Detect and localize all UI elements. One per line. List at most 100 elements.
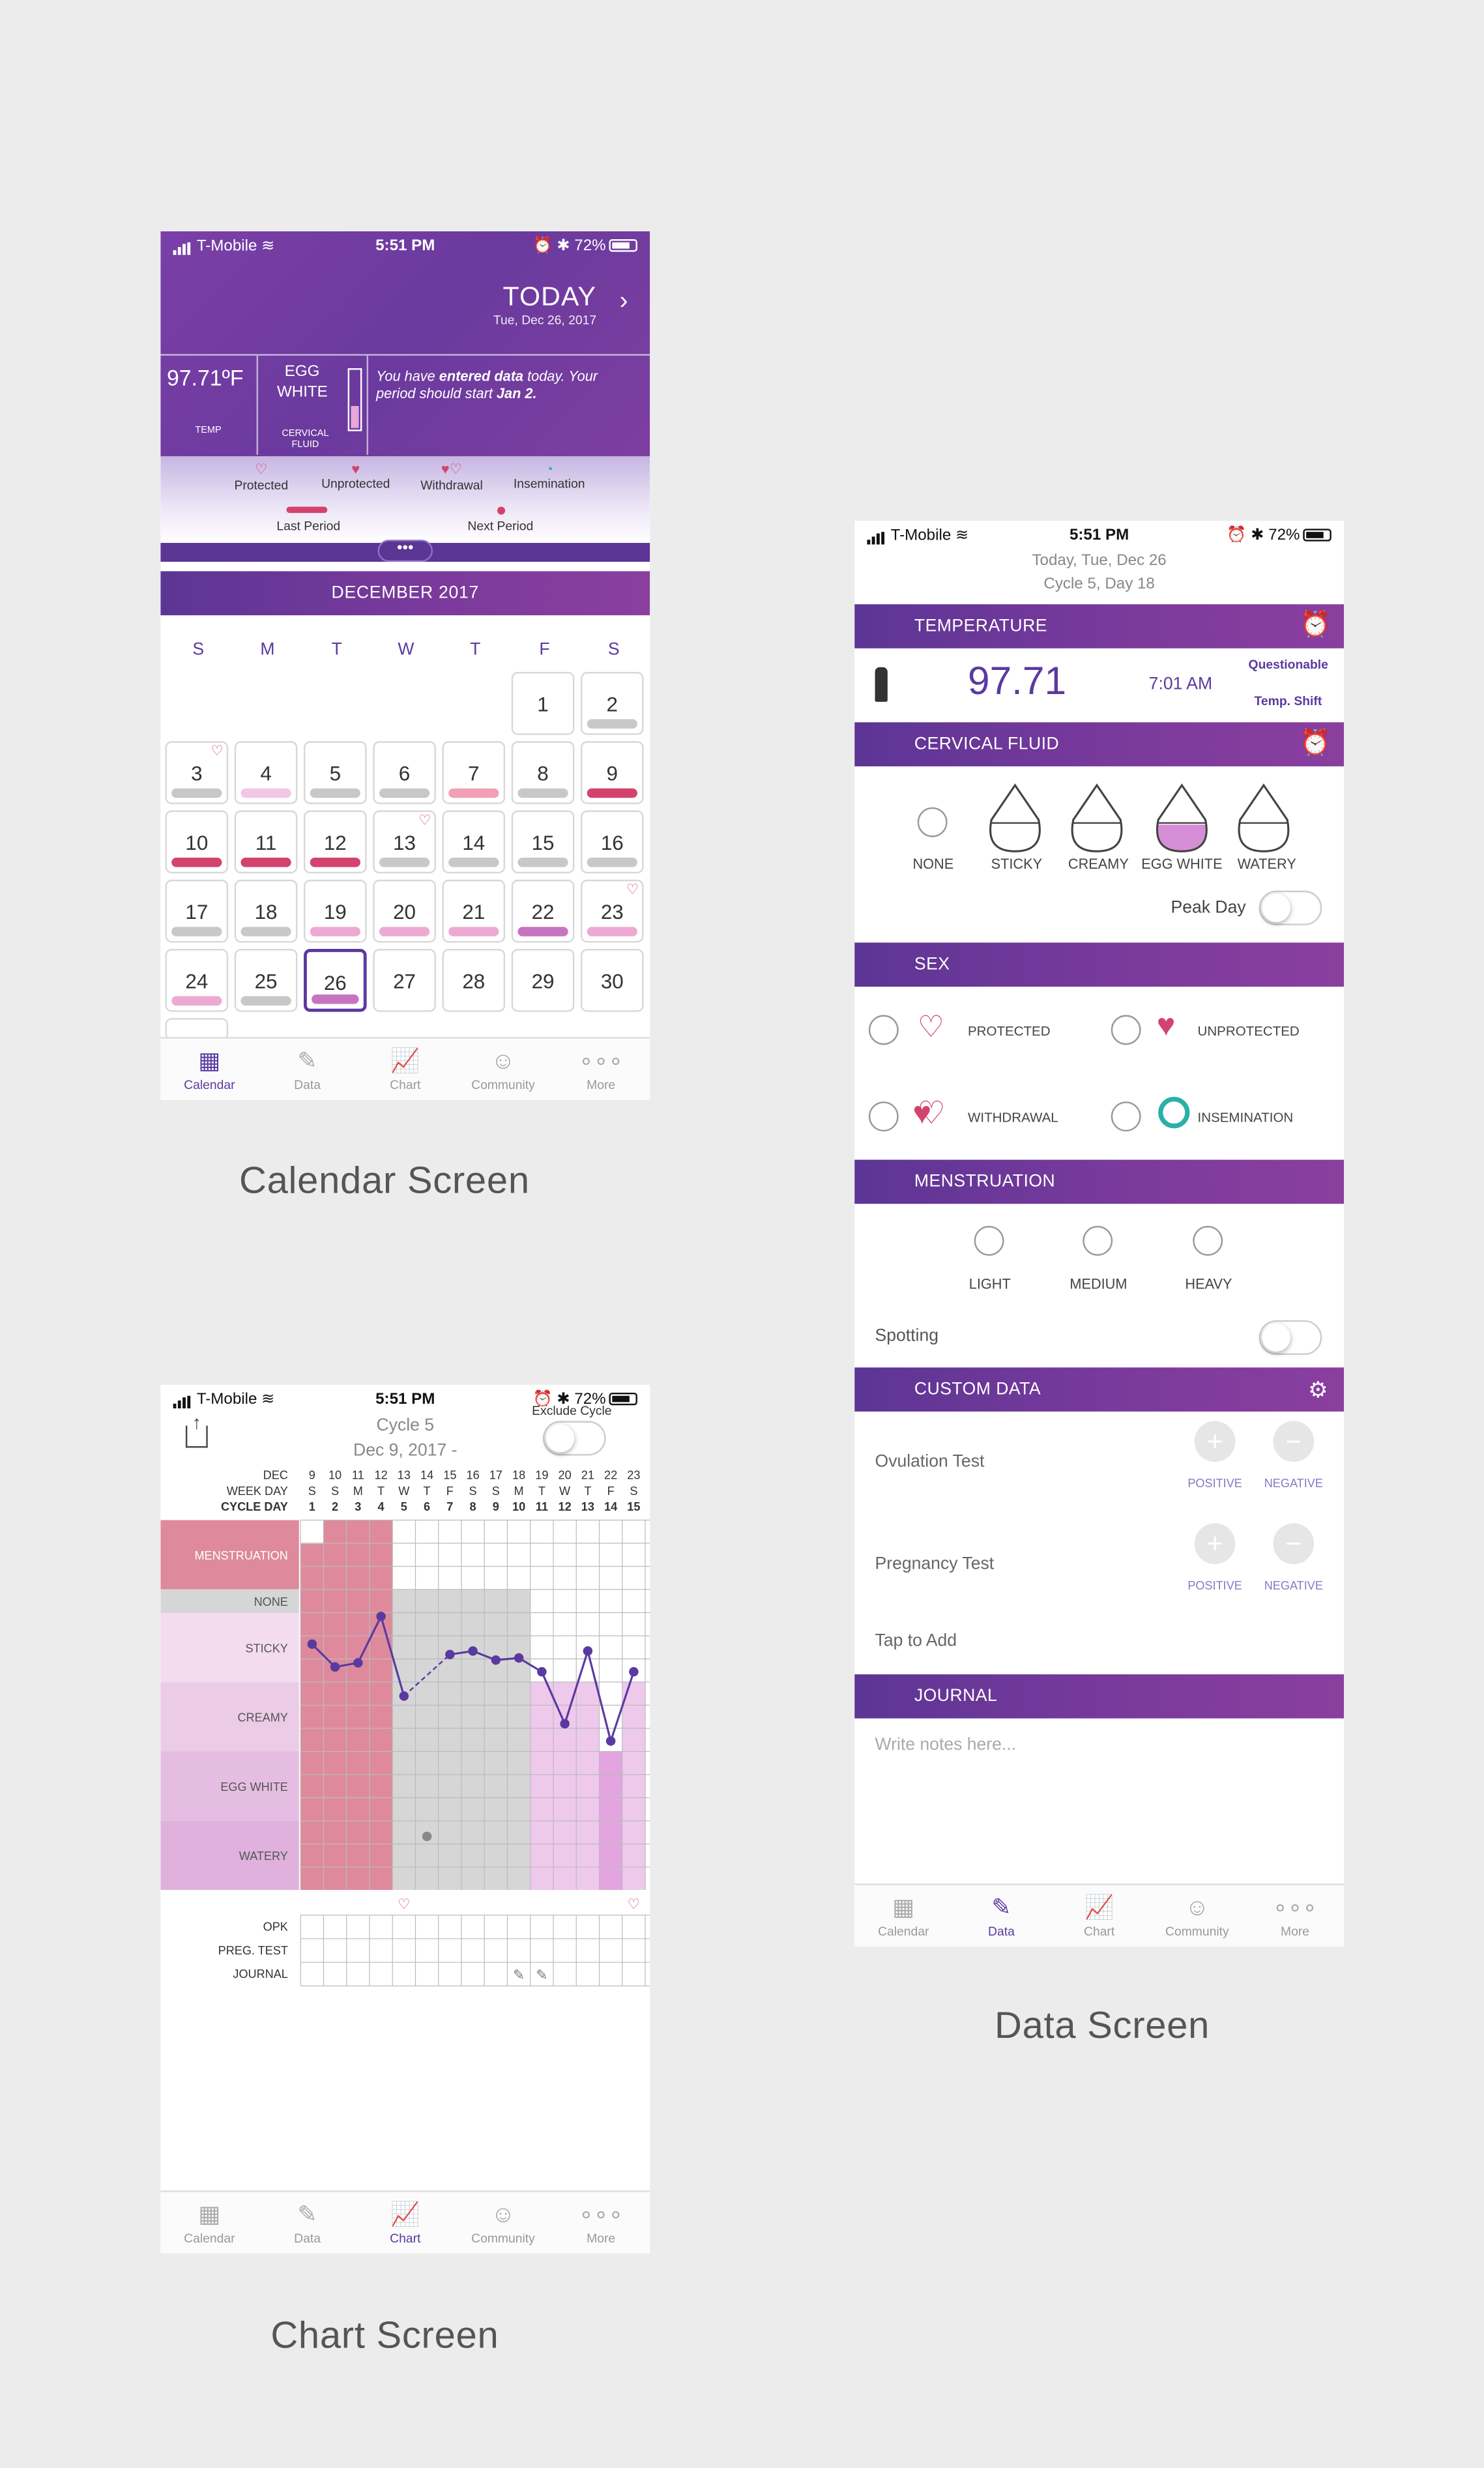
fluid-drop-sticky[interactable] [985,782,1045,854]
calendar-day[interactable]: 24 [165,949,229,1012]
calendar-day[interactable]: 5 [304,741,367,804]
alarm-icon[interactable]: ⏰ [1300,604,1331,648]
tab-data[interactable]: ✎ Data [258,1039,356,1100]
data-point[interactable] [560,1719,570,1729]
today-button[interactable]: TODAY Tue, Dec 26, 2017 › [493,282,628,327]
tab-more[interactable]: ∘∘∘ More [552,2192,650,2254]
tab-data[interactable]: ✎ Data [952,1885,1050,1947]
journal-entry-icon[interactable]: ✎ [513,1967,525,1983]
data-point[interactable] [376,1612,386,1621]
sex-insemination-label: INSEMINATION [1197,1109,1294,1125]
calendar-day[interactable]: 16 [580,810,644,874]
fluid-drop-egg-white[interactable] [1152,782,1212,854]
sex-insemination-radio[interactable] [1111,1101,1141,1132]
day-bar [240,996,291,1006]
data-point[interactable] [583,1646,593,1656]
calendar-day[interactable]: 8 [511,741,575,804]
pregnancy-positive-button[interactable]: + [1194,1523,1236,1565]
sex-protected-radio[interactable] [868,1015,899,1045]
peak-day-toggle[interactable] [1258,890,1322,925]
tab-community[interactable]: ☺ Community [1148,1885,1246,1947]
data-point[interactable] [629,1667,639,1677]
flow-medium-radio[interactable] [1083,1225,1113,1256]
fluid-value: EGG WHITE [276,363,328,401]
calendar-day[interactable]: 14 [442,810,506,874]
data-point[interactable] [491,1655,501,1665]
data-point[interactable] [605,1736,616,1746]
ovulation-positive-button[interactable]: + [1194,1421,1236,1462]
calendar-day[interactable]: 2 [580,672,644,735]
journal-entry-icon[interactable]: ✎ [536,1967,547,1983]
tab-chart[interactable]: 📈 Chart [1051,1885,1148,1947]
drawer-handle[interactable]: ••• [377,540,433,562]
calendar-day[interactable]: 28 [442,949,506,1012]
calendar-day[interactable]: 4 [234,741,298,804]
data-point[interactable] [468,1646,478,1656]
calendar-day[interactable]: 29 [511,949,575,1012]
protected-heart-icon: ♡ [255,461,268,477]
calendar-day[interactable]: 23 ♡ [580,879,644,943]
data-point[interactable] [399,1691,409,1701]
tab-data[interactable]: ✎ Data [258,2192,356,2254]
flow-light-radio[interactable] [974,1225,1004,1256]
calendar-day[interactable]: 3 ♡ [165,741,229,804]
calendar-day[interactable]: 21 [442,879,506,943]
calendar-day[interactable]: 18 [234,879,298,943]
fluid-drop-watery[interactable] [1234,782,1294,854]
status-bar: T-Mobile ≋ 5:51 PM ⏰ ✱ 72% [160,231,650,259]
ovulation-negative-button[interactable]: − [1273,1421,1315,1462]
calendar-day[interactable]: 12 [304,810,367,874]
tab-calendar[interactable]: ▦ Calendar [854,1885,952,1947]
calendar-day[interactable]: 30 [580,949,644,1012]
calendar-day[interactable]: 13 ♡ [373,810,436,874]
calendar-day[interactable]: 10 [165,810,229,874]
tab-community[interactable]: ☺ Community [454,2192,552,2254]
tab-calendar[interactable]: ▦ Calendar [160,1039,258,1100]
day-number: 18 [254,900,278,924]
alarm-icon[interactable]: ⏰ [1300,722,1331,766]
calendar-day[interactable]: 22 [511,879,575,943]
fluid-drop-creamy[interactable] [1067,782,1127,854]
temp-shift-flag[interactable]: Temp. Shift [1255,694,1322,708]
tab-more[interactable]: ∘∘∘ More [1246,1885,1344,1947]
journal-input[interactable]: Write notes here... [875,1735,1017,1754]
community-icon: ☺ [1185,1895,1210,1922]
tab-chart[interactable]: 📈 Chart [356,1039,454,1100]
calendar-day[interactable]: 20 [373,879,436,943]
tap-to-add-button[interactable]: Tap to Add [875,1632,957,1651]
calendar-day[interactable]: 7 [442,741,506,804]
tab-calendar[interactable]: ▦ Calendar [160,2192,258,2254]
data-point[interactable] [353,1658,363,1668]
calendar-day[interactable]: 25 [234,949,298,1012]
fluid-none-radio[interactable] [917,807,948,837]
temperature-value[interactable]: 97.71 [968,660,1066,705]
questionable-flag[interactable]: Questionable [1249,658,1328,672]
spotting-toggle[interactable] [1258,1320,1322,1355]
data-point[interactable] [537,1667,547,1677]
sex-unprotected-radio[interactable] [1111,1015,1141,1045]
calendar-day[interactable]: 9 [580,741,644,804]
data-point[interactable] [445,1649,455,1659]
calendar-day[interactable]: 27 [373,949,436,1012]
calendar-day[interactable]: 26 [304,949,367,1012]
day-number: 16 [600,830,624,855]
tab-label: Data [294,1078,321,1092]
flow-heavy-radio[interactable] [1193,1225,1223,1256]
calendar-day[interactable]: 6 [373,741,436,804]
calendar-day[interactable]: 17 [165,879,229,943]
tab-more[interactable]: ∘∘∘ More [552,1039,650,1100]
calendar-day[interactable]: 15 [511,810,575,874]
calendar-day[interactable]: 19 [304,879,367,943]
gear-icon[interactable]: ⚙ [1308,1367,1328,1412]
exclude-cycle-toggle[interactable] [543,1421,606,1456]
sex-withdrawal-radio[interactable] [868,1101,899,1132]
data-point[interactable] [514,1653,524,1663]
chart-row-label: DEC [263,1469,288,1482]
pregnancy-negative-button[interactable]: − [1273,1523,1315,1565]
tab-community[interactable]: ☺ Community [454,1039,552,1100]
calendar-day[interactable]: 11 [234,810,298,874]
data-point[interactable] [330,1662,340,1672]
data-point[interactable] [307,1639,317,1649]
tab-chart[interactable]: 📈 Chart [356,2192,454,2254]
calendar-day[interactable]: 1 [511,672,575,735]
